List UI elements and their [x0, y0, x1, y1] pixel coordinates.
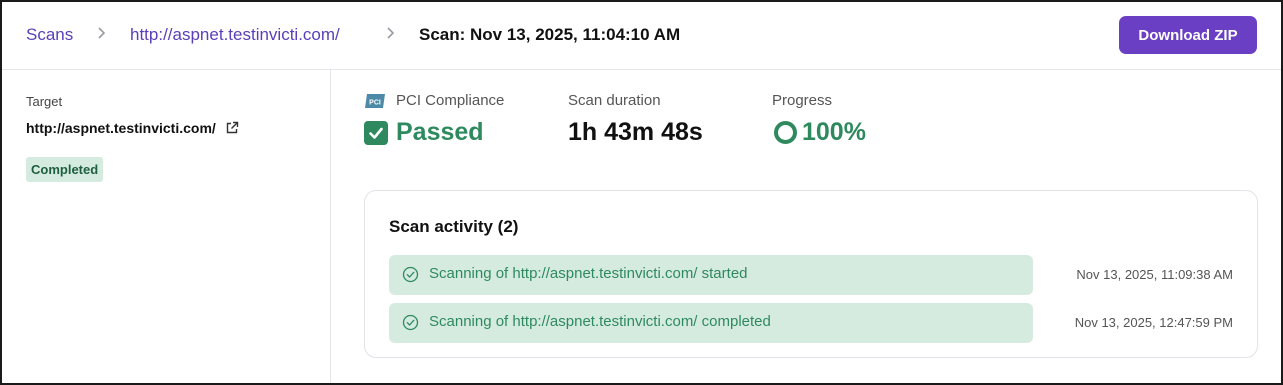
- activity-item-text: Scanning of http://aspnet.testinvicti.co…: [429, 313, 771, 330]
- pci-compliance-value: Passed: [396, 118, 484, 146]
- breadcrumb-separator: [97, 24, 107, 46]
- page-title: Scan: Nov 13, 2025, 11:04:10 AM: [419, 25, 681, 44]
- activity-item: Scanning of http://aspnet.testinvicti.co…: [389, 303, 1033, 343]
- breadcrumb-scans[interactable]: Scans: [26, 24, 73, 46]
- pci-compliance-label: PCI Compliance: [396, 92, 505, 109]
- pci-logo-icon: PCI: [365, 94, 385, 108]
- scan-activity-title: Scan activity (2): [389, 217, 519, 236]
- external-link-icon[interactable]: [225, 121, 239, 135]
- target-label: Target: [26, 94, 63, 109]
- target-url-row: http://aspnet.testinvicti.com/: [26, 120, 239, 136]
- status-badge: Completed: [26, 157, 104, 182]
- activity-item-time: Nov 13, 2025, 11:09:38 AM: [1076, 267, 1233, 282]
- page-header: Scans http://aspnet.testinvicti.com/ Sca…: [2, 2, 1281, 70]
- scan-duration-label: Scan duration: [568, 92, 661, 109]
- activity-item-time: Nov 13, 2025, 12:47:59 PM: [1074, 315, 1233, 330]
- download-zip-button[interactable]: Download ZIP: [1119, 16, 1257, 54]
- progress-value: 100%: [802, 118, 866, 146]
- check-circle-icon: [402, 266, 419, 283]
- chevron-right-icon: [98, 27, 106, 39]
- scan-activity-card: Scan activity (2) Scanning of http://asp…: [364, 190, 1258, 358]
- breadcrumb-separator: [386, 24, 396, 46]
- target-url[interactable]: http://aspnet.testinvicti.com/: [26, 120, 216, 136]
- progress-ring-icon: [774, 121, 797, 144]
- activity-item-text: Scanning of http://aspnet.testinvicti.co…: [429, 265, 748, 282]
- svg-text:PCI: PCI: [369, 100, 381, 107]
- check-icon: [364, 121, 388, 145]
- breadcrumb-target[interactable]: http://aspnet.testinvicti.com/: [130, 24, 340, 46]
- scan-duration-value: 1h 43m 48s: [568, 118, 703, 146]
- activity-item: Scanning of http://aspnet.testinvicti.co…: [389, 255, 1033, 295]
- scan-detail-page: Scans http://aspnet.testinvicti.com/ Sca…: [0, 0, 1283, 385]
- progress-label: Progress: [772, 92, 833, 109]
- check-circle-icon: [402, 314, 419, 331]
- target-sidebar: Target http://aspnet.testinvicti.com/ Co…: [2, 70, 331, 383]
- chevron-right-icon: [387, 27, 395, 39]
